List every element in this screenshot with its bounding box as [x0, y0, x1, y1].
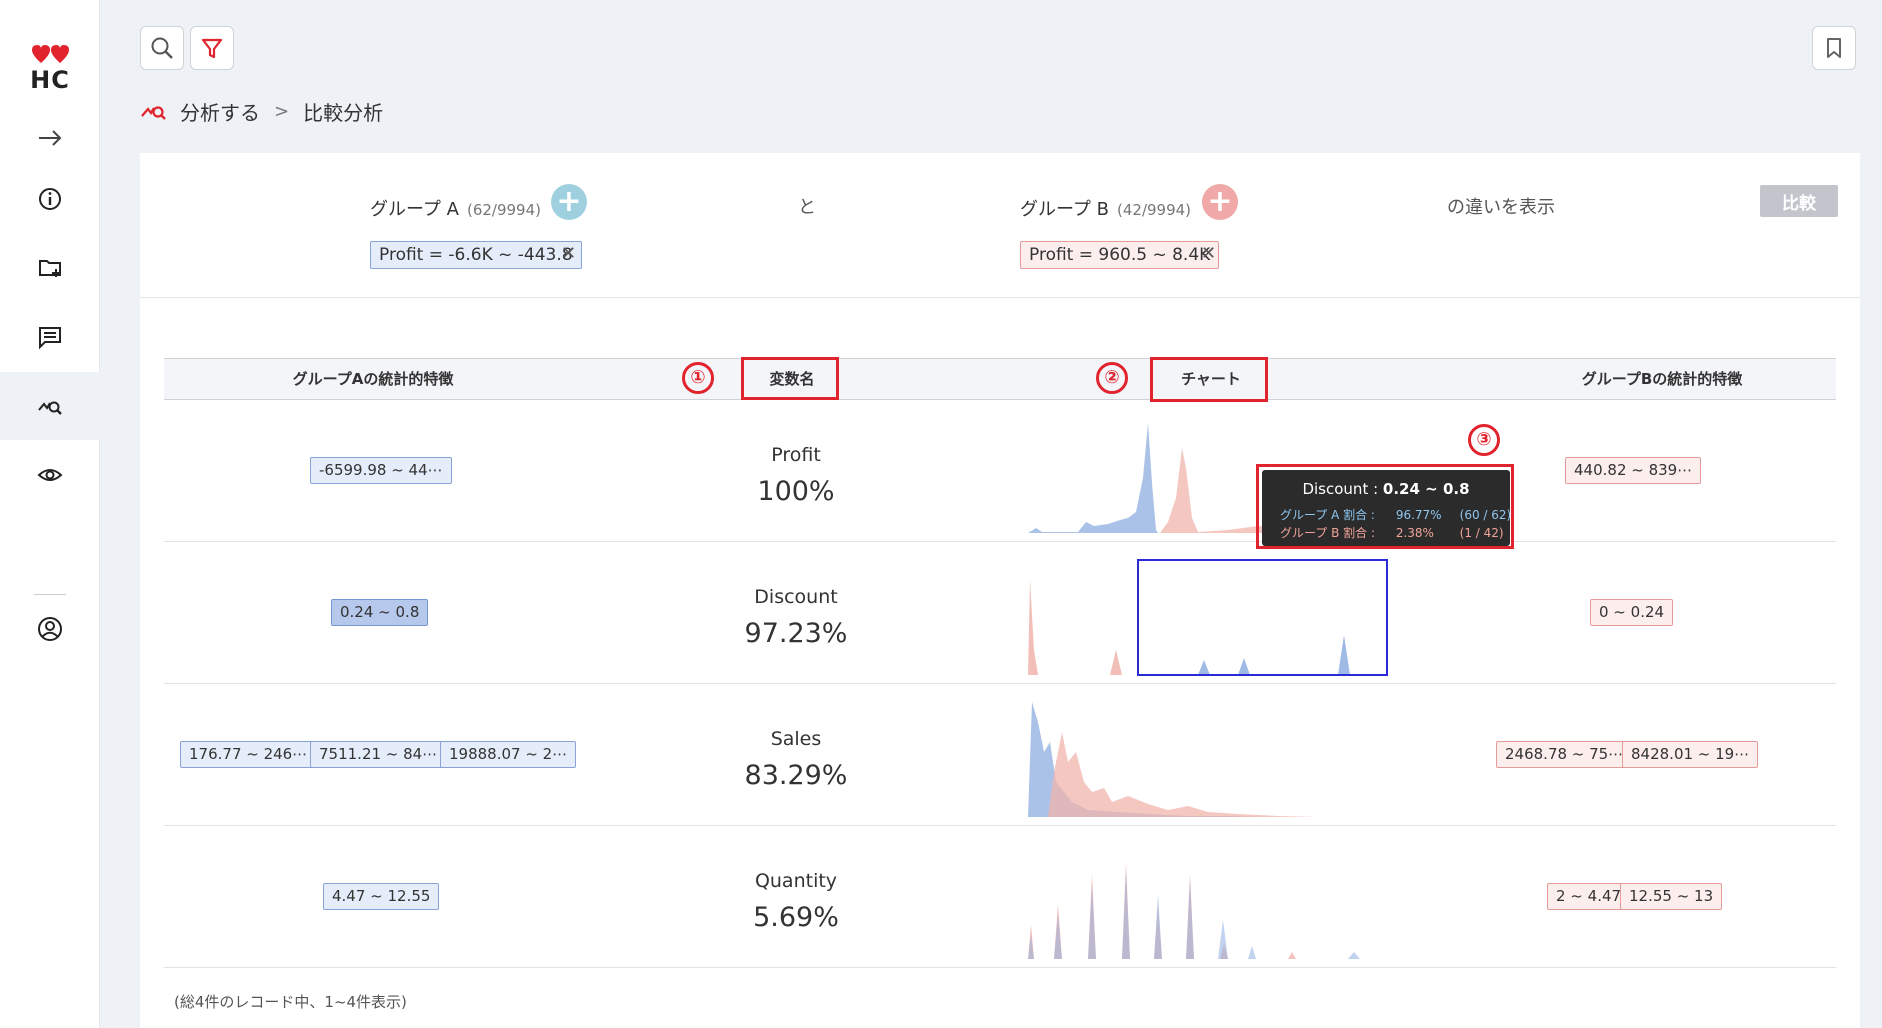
group-a-range-chip[interactable]: 176.77 ~ 246⋯: [180, 741, 317, 768]
record-count-text: (総4件のレコード中、1~4件表示): [174, 993, 407, 1011]
group-a-count: (62/9994): [466, 201, 541, 219]
group-a-label: グループ A (62/9994): [370, 195, 541, 221]
app-logo[interactable]: HC: [26, 44, 74, 94]
variable-name: Quantity: [754, 870, 838, 892]
bookmark-button[interactable]: [1812, 26, 1856, 70]
group-a-add-button[interactable]: +: [551, 184, 587, 220]
group-b-title: グループ B: [1020, 199, 1109, 220]
info-icon: [39, 188, 61, 210]
group-b-range-chip[interactable]: 2468.78 ~ 75⋯: [1496, 741, 1633, 768]
group-b-range-chip[interactable]: 2 ~ 4.47: [1547, 883, 1631, 910]
variable-name: Profit: [771, 444, 821, 466]
group-selector-row: グループ A (62/9994) + Profit = -6.6K ~ -443…: [140, 153, 1860, 298]
table-row[interactable]: 4.47 ~ 12.55 Quantity 5.69% 2 ~ 4.47 12.…: [164, 826, 1836, 968]
connector-text: と: [798, 197, 816, 218]
sidebar-item-comment[interactable]: [0, 303, 100, 371]
breadcrumb-separator: >: [274, 100, 290, 122]
group-a-remove-filter-icon[interactable]: ✕: [561, 243, 576, 264]
group-a-range-chip[interactable]: 7511.21 ~ 84⋯: [310, 741, 447, 768]
logo-hearts-icon: [32, 45, 69, 63]
analysis-icon: [141, 106, 166, 120]
annotation-box-variable: [741, 357, 839, 400]
show-difference-text: の違いを表示: [1447, 197, 1555, 218]
group-b-range-chip[interactable]: 8428.01 ~ 19⋯: [1622, 741, 1759, 768]
breadcrumb-current: 比較分析: [303, 100, 384, 125]
breadcrumb: 分析する > 比較分析: [140, 96, 383, 126]
analysis-icon: [38, 401, 62, 415]
sidebar-item-view[interactable]: [0, 441, 100, 509]
table-header: グループAの統計的特徴 変数名 チャート グループBの統計的特徴: [164, 358, 1836, 400]
group-a-range-chip[interactable]: 19888.07 ~ 2⋯: [440, 741, 577, 768]
search-button[interactable]: [140, 26, 184, 70]
sidebar-item-info[interactable]: [0, 165, 100, 233]
annotation-box-chart: [1150, 357, 1268, 402]
table-row[interactable]: -6599.98 ~ 44⋯ Profit 100% 440.82 ~ 839⋯: [164, 400, 1836, 542]
discount-distribution-chart[interactable]: [1028, 550, 1388, 678]
annotation-3: ③: [1468, 424, 1500, 456]
group-a-title: グループ A: [370, 199, 459, 220]
group-b-label: グループ B (42/9994): [1020, 195, 1191, 221]
group-b-range-chip[interactable]: 12.55 ~ 13: [1620, 883, 1723, 910]
sidebar-item-account[interactable]: [0, 595, 100, 663]
group-b-add-button[interactable]: +: [1202, 184, 1238, 220]
eye-icon: [37, 469, 63, 481]
variable-name: Discount: [754, 586, 838, 608]
folder-add-icon: [39, 260, 61, 277]
variable-percent: 5.69%: [753, 902, 839, 933]
logo-text: HC: [30, 66, 70, 94]
filter-icon: [201, 38, 223, 59]
group-a-range-chip[interactable]: -6599.98 ~ 44⋯: [310, 457, 452, 484]
variable-name: Sales: [770, 728, 822, 750]
breadcrumb-parent[interactable]: 分析する: [180, 97, 260, 126]
group-a-range-chip[interactable]: 0.24 ~ 0.8: [331, 599, 429, 626]
sidebar: HC: [0, 0, 100, 1028]
sidebar-item-folder-add[interactable]: [0, 234, 100, 302]
group-a-filter-chip[interactable]: Profit = -6.6K ~ -443.8: [370, 241, 582, 269]
header-group-a-stats: グループAの統計的特徴: [292, 370, 454, 388]
arrow-right-icon: [39, 130, 62, 146]
variable-percent: 100%: [757, 476, 835, 507]
annotation-box-tooltip: [1256, 464, 1514, 549]
sales-distribution-chart[interactable]: [1028, 692, 1388, 820]
user-circle-icon: [38, 617, 62, 641]
group-b-range-chip[interactable]: 0 ~ 0.24: [1590, 599, 1674, 626]
annotation-2: ②: [1096, 362, 1128, 394]
group-b-count: (42/9994): [1117, 201, 1192, 219]
comment-icon: [39, 327, 61, 350]
group-a-range-chip[interactable]: 4.47 ~ 12.55: [323, 883, 440, 910]
variable-percent: 83.29%: [744, 760, 848, 791]
group-b-remove-filter-icon[interactable]: ✕: [1201, 243, 1216, 264]
sidebar-item-analysis[interactable]: [0, 372, 100, 440]
table-row[interactable]: 0.24 ~ 0.8 Discount 97.23% 0 ~ 0.24: [164, 542, 1836, 684]
variable-percent: 97.23%: [744, 618, 848, 649]
quantity-distribution-chart[interactable]: [1028, 834, 1388, 962]
group-b-range-chip[interactable]: 440.82 ~ 839⋯: [1565, 457, 1702, 484]
header-group-b-stats: グループBの統計的特徴: [1581, 370, 1743, 388]
selection-range-box[interactable]: [1137, 559, 1388, 676]
table-row[interactable]: 176.77 ~ 246⋯ 7511.21 ~ 84⋯ 19888.07 ~ 2…: [164, 684, 1836, 826]
search-icon: [151, 37, 173, 59]
group-b-filter-chip[interactable]: Profit = 960.5 ~ 8.4K: [1020, 241, 1220, 269]
bookmark-icon: [1827, 38, 1841, 58]
annotation-1: ①: [682, 362, 714, 394]
compare-button[interactable]: 比較: [1760, 185, 1838, 217]
sidebar-expand-button[interactable]: [0, 104, 100, 172]
filter-button[interactable]: [190, 26, 234, 70]
